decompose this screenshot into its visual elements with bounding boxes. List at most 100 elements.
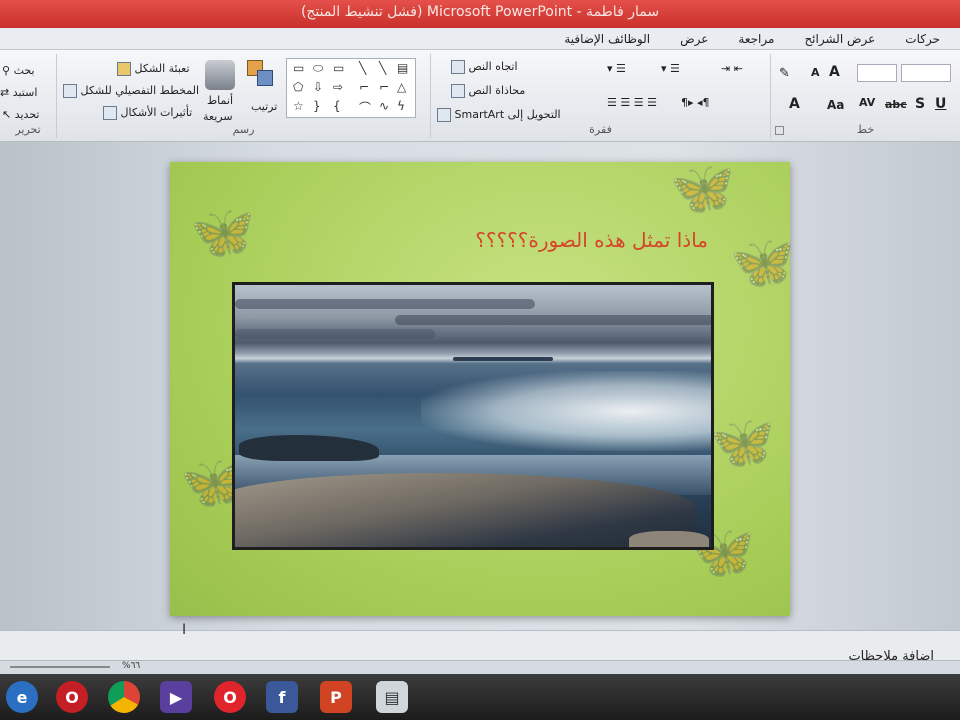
- numbering-button[interactable]: ☰ ▾: [661, 62, 680, 75]
- cursor-icon: ↖: [2, 108, 12, 121]
- shape-fill-button[interactable]: تعبئة الشكل: [117, 62, 190, 76]
- right-rock: [629, 531, 709, 547]
- notepad-icon[interactable]: ▤: [376, 681, 408, 713]
- tab-animations[interactable]: حركات: [905, 32, 940, 46]
- curve-shape-icon[interactable]: ∿: [379, 99, 389, 113]
- distant-island: [453, 357, 553, 361]
- tab-review[interactable]: مراجعة: [738, 32, 774, 46]
- paragraph-group-label: فقرة: [589, 123, 612, 136]
- opera-icon[interactable]: O: [56, 681, 88, 713]
- status-bar: %٦٦: [0, 660, 960, 674]
- shapes-gallery[interactable]: ▭ ⬭ ▭ ╲ ╲ ▤ ⬠ ⇩ ⇨ ⌐ ⌐ △ ☆ } { ⌒ ∿ ϟ: [286, 58, 416, 118]
- window-title: سمار فاطمة - Microsoft PowerPoint (فشل ت…: [300, 4, 660, 20]
- wave-spray: [421, 371, 711, 451]
- shape-effects-button[interactable]: تأثيرات الأشكال: [103, 106, 192, 120]
- strikethrough-button[interactable]: abc: [885, 98, 907, 111]
- down-arrow-shape-icon[interactable]: ⇩: [313, 80, 323, 94]
- seascape-image[interactable]: [232, 282, 714, 550]
- slide-title[interactable]: ماذا تمثل هذه الصورة؟؟؟؟؟: [475, 228, 708, 252]
- cloud-band: [235, 329, 435, 339]
- smartart-button[interactable]: التحويل إلى SmartArt: [437, 108, 561, 122]
- shrink-font-icon[interactable]: A: [811, 66, 820, 79]
- text-cursor-icon: I: [182, 622, 187, 638]
- shape-outline-button[interactable]: المخطط التفصيلي للشكل: [63, 84, 199, 98]
- oval-shape-icon[interactable]: ⬭: [313, 61, 323, 76]
- font-size-box[interactable]: [857, 64, 897, 82]
- zoom-slider[interactable]: [10, 666, 110, 668]
- butterfly-decoration: 🦋: [730, 233, 795, 293]
- quick-styles-label-1[interactable]: أنماط: [207, 94, 233, 107]
- ie-icon[interactable]: e: [6, 681, 38, 713]
- smartart-icon: [437, 108, 451, 122]
- replace-label: استبد: [12, 86, 38, 99]
- chrome-icon[interactable]: [108, 681, 140, 713]
- text-direction-button[interactable]: اتجاه النص: [451, 60, 518, 74]
- text-direction-label: اتجاه النص: [468, 60, 518, 73]
- facebook-icon[interactable]: f: [266, 681, 298, 713]
- arrange-icon[interactable]: [247, 60, 275, 88]
- quick-styles-label-2[interactable]: سريعة: [203, 110, 233, 123]
- tab-view[interactable]: عرض: [680, 32, 708, 46]
- tab-addins[interactable]: الوظائف الإضافية: [564, 32, 650, 46]
- grow-font-icon[interactable]: A: [829, 64, 840, 80]
- replace-icon: ⇄: [0, 86, 10, 99]
- triangle-shape-icon[interactable]: △: [397, 80, 406, 94]
- rectangle-shape-icon[interactable]: ▭: [293, 61, 304, 75]
- effects-icon: [103, 106, 117, 120]
- binoculars-icon: ⚲: [2, 64, 11, 77]
- clear-format-icon[interactable]: ✎: [779, 66, 790, 81]
- textbox-shape-icon[interactable]: ▤: [397, 61, 408, 75]
- media-icon[interactable]: ▶: [160, 681, 192, 713]
- right-arrow-shape-icon[interactable]: ⇨: [333, 80, 343, 94]
- rtl-ltr-icon[interactable]: ¶◂ ▸¶: [681, 96, 710, 109]
- title-bar: سمار فاطمة - Microsoft PowerPoint (فشل ت…: [0, 0, 960, 28]
- editing-group: بحث ⚲ استبد ⇄ تحديد ↖ تحرير: [0, 54, 56, 138]
- connector-shape-icon[interactable]: ⌐: [359, 80, 369, 94]
- shape-effects-label: تأثيرات الأشكال: [120, 106, 193, 119]
- align-text-label: محاذاة النص: [468, 84, 526, 97]
- font-name-box[interactable]: [901, 64, 951, 82]
- font-launcher-icon[interactable]: [775, 126, 784, 135]
- pentagon-shape-icon[interactable]: ⬠: [293, 80, 303, 94]
- foreground-rock: [235, 473, 695, 547]
- replace-button[interactable]: استبد ⇄: [0, 86, 37, 99]
- justify-icon[interactable]: ☰ ☰ ☰ ☰: [607, 96, 657, 109]
- char-spacing-button[interactable]: AV: [859, 96, 875, 109]
- arrange-label[interactable]: ترتيب: [251, 100, 277, 113]
- quick-styles-icon[interactable]: [205, 60, 235, 90]
- taskbar: e O ▶ O f P ▤: [0, 674, 960, 720]
- find-button[interactable]: بحث ⚲: [2, 64, 35, 77]
- change-case-button[interactable]: Aa: [827, 98, 844, 112]
- indent-button[interactable]: ⇤ ⇥: [721, 62, 743, 75]
- slide-canvas[interactable]: 🦋 🦋 🦋 🦋 🦋 🦋 ماذا تمثل هذه الصورة؟؟؟؟؟: [170, 159, 795, 616]
- line2-shape-icon[interactable]: ╲: [379, 61, 386, 75]
- tab-slideshow[interactable]: عرض الشرائح: [804, 32, 875, 46]
- line-shape-icon[interactable]: ╲: [359, 61, 366, 75]
- underline-button[interactable]: U: [935, 96, 946, 112]
- star-shape-icon[interactable]: ☆: [293, 99, 304, 113]
- opera-red-icon[interactable]: O: [214, 681, 246, 713]
- find-label: بحث: [13, 64, 35, 77]
- arc-shape-icon[interactable]: ⌒: [359, 99, 371, 116]
- bullets-button[interactable]: ☰ ▾: [607, 62, 626, 75]
- zoom-level[interactable]: %٦٦: [122, 661, 140, 671]
- select-button[interactable]: تحديد ↖: [2, 108, 40, 121]
- elbow-shape-icon[interactable]: ⌐: [379, 80, 389, 94]
- text-direction-icon: [451, 60, 465, 74]
- freeform-shape-icon[interactable]: ϟ: [397, 99, 405, 113]
- font-color-button[interactable]: A: [789, 96, 800, 112]
- shape-outline-label: المخطط التفصيلي للشكل: [80, 84, 200, 97]
- powerpoint-icon[interactable]: P: [320, 681, 352, 713]
- brace-shape-icon[interactable]: }: [313, 99, 321, 113]
- ribbon-tabs: حركات عرض الشرائح مراجعة عرض الوظائف الإ…: [0, 28, 960, 50]
- paragraph-group: ☰ ▾ ☰ ▾ ⇤ ⇥ ☰ ☰ ☰ ☰ ¶◂ ▸¶ اتجاه النص محا…: [430, 54, 770, 138]
- editing-group-label: تحرير: [15, 123, 41, 136]
- shadow-button[interactable]: S: [915, 96, 925, 112]
- shape-fill-label: تعبئة الشكل: [134, 62, 190, 75]
- brace2-shape-icon[interactable]: {: [333, 99, 341, 113]
- cloud-band: [235, 299, 535, 309]
- rect2-shape-icon[interactable]: ▭: [333, 61, 344, 75]
- pen-icon: [63, 84, 77, 98]
- align-text-button[interactable]: محاذاة النص: [451, 84, 525, 98]
- left-rock: [239, 435, 379, 461]
